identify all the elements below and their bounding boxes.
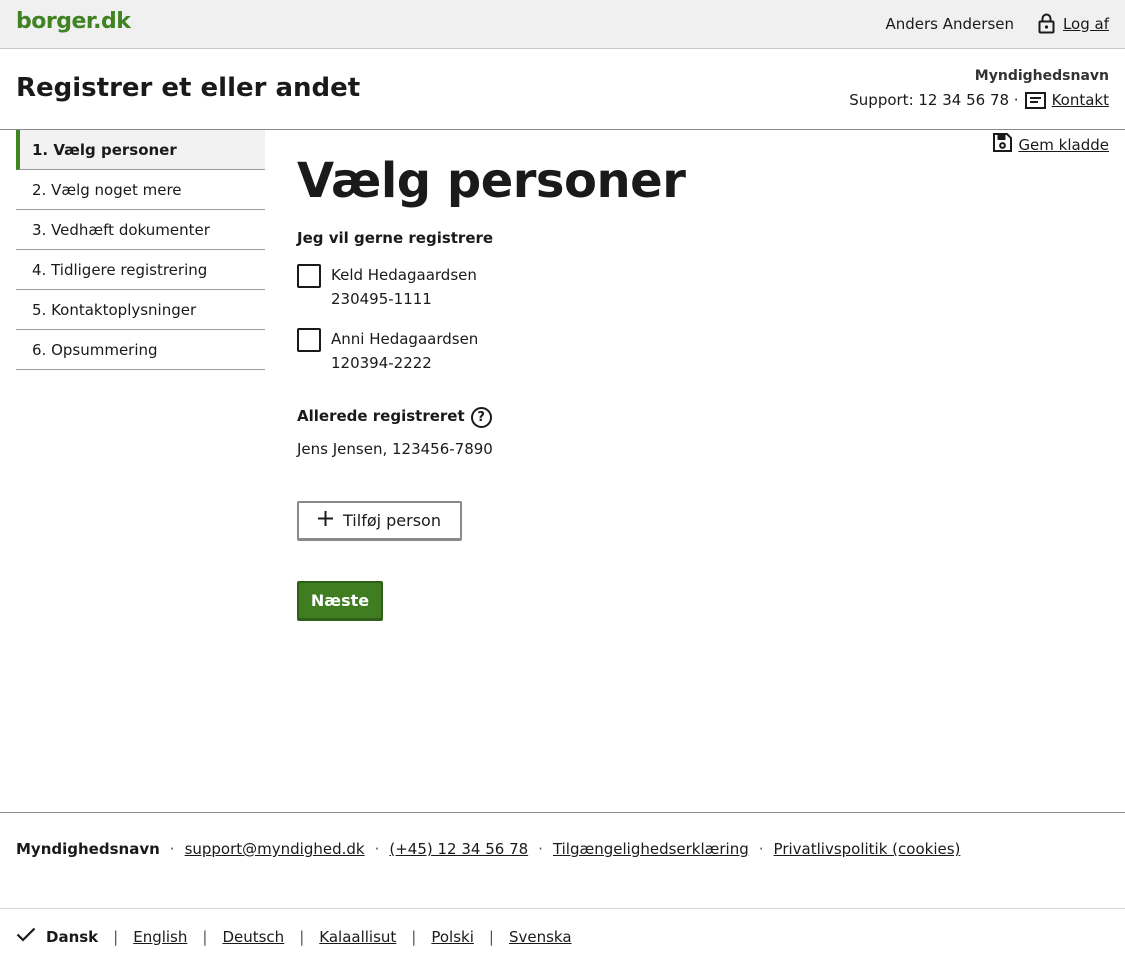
step-item-attach-documents[interactable]: 3. Vedhæft dokumenter [16, 210, 265, 250]
checkbox-keld[interactable] [297, 264, 321, 288]
already-registered-label: Allerede registreret ? [297, 404, 492, 428]
footer-separator: · [758, 840, 764, 858]
step-item-contact-info[interactable]: 5. Kontaktoplysninger [16, 290, 265, 330]
person-cpr: 120394-2222 [331, 354, 432, 372]
language-link-polski[interactable]: Polski [431, 928, 474, 946]
step-item-choose-persons[interactable]: 1. Vælg personer [16, 130, 265, 170]
footer-privacy-link[interactable]: Privatlivspolitik (cookies) [774, 840, 961, 858]
borger-dk-logo[interactable]: borger.dk [16, 9, 131, 34]
add-person-label: Tilføj person [343, 511, 441, 530]
person-option-keld[interactable]: Keld Hedagaardsen 230495-1111 [297, 263, 477, 311]
step-item-previous-registration[interactable]: 4. Tidligere registrering [16, 250, 265, 290]
footer-links: Myndighedsnavn · support@myndighed.dk · … [16, 840, 960, 858]
message-icon [1024, 91, 1046, 109]
add-person-button[interactable]: Tilføj person [297, 501, 462, 541]
language-link-deutsch[interactable]: Deutsch [222, 928, 284, 946]
footer-email-link[interactable]: support@myndighed.dk [185, 840, 365, 858]
save-draft-link[interactable]: Gem kladde [993, 133, 1109, 156]
language-separator: | [488, 927, 494, 946]
page-title: Registrer et eller andet [16, 73, 361, 103]
language-separator: | [411, 927, 417, 946]
next-button[interactable]: Næste [297, 581, 383, 621]
lock-icon [1038, 13, 1055, 34]
language-switcher: Dansk | English | Deutsch | Kalaallisut … [16, 927, 572, 946]
checkbox-anni[interactable] [297, 328, 321, 352]
footer-authority: Myndighedsnavn [16, 840, 160, 858]
contact-link[interactable]: Kontakt [1052, 91, 1109, 109]
language-link-english[interactable]: English [133, 928, 187, 946]
logout-link[interactable]: Log af [1038, 13, 1109, 34]
support-text: Support: 12 34 56 78 · [849, 91, 1019, 109]
footer-accessibility-link[interactable]: Tilgængelighedserklæring [553, 840, 749, 858]
plus-icon [318, 511, 334, 530]
step-item-choose-more[interactable]: 2. Vælg noget mere [16, 170, 265, 210]
footer: Myndighedsnavn · support@myndighed.dk · … [0, 812, 1125, 909]
person-option-anni[interactable]: Anni Hedagaardsen 120394-2222 [297, 327, 478, 375]
main-heading: Vælg personer [297, 153, 686, 209]
step-item-summary[interactable]: 6. Opsummering [16, 330, 265, 370]
user-name: Anders Andersen [885, 15, 1014, 33]
already-registered-value: Jens Jensen, 123456-7890 [297, 440, 493, 458]
current-language: Dansk [16, 927, 98, 946]
language-separator: | [113, 927, 119, 946]
footer-separator: · [374, 840, 380, 858]
language-link-kalaallisut[interactable]: Kalaallisut [319, 928, 396, 946]
footer-phone-link[interactable]: (+45) 12 34 56 78 [389, 840, 528, 858]
person-name: Keld Hedagaardsen [331, 266, 477, 284]
already-registered-text: Allerede registreret [297, 407, 465, 425]
top-bar: borger.dk Anders Andersen Log af [0, 0, 1125, 49]
footer-separator: · [169, 840, 175, 858]
footer-separator: · [538, 840, 543, 858]
logout-label[interactable]: Log af [1063, 15, 1109, 33]
person-cpr: 230495-1111 [331, 290, 432, 308]
floppy-disk-icon [993, 133, 1013, 156]
person-name: Anni Hedagaardsen [331, 330, 479, 348]
support-line: Support: 12 34 56 78 · Kontakt [849, 91, 1109, 109]
page-header: Registrer et eller andet Myndighedsnavn … [0, 49, 1125, 130]
current-language-label: Dansk [46, 927, 99, 946]
checkmark-icon [16, 927, 36, 946]
language-separator: | [202, 927, 208, 946]
question-icon[interactable]: ? [470, 407, 492, 428]
field-label: Jeg vil gerne registrere [297, 229, 494, 247]
step-navigation: 1. Vælg personer 2. Vælg noget mere 3. V… [16, 130, 265, 370]
language-link-svenska[interactable]: Svenska [509, 928, 572, 946]
authority-name: Myndighedsnavn [974, 68, 1109, 84]
save-draft-label[interactable]: Gem kladde [1018, 136, 1109, 154]
language-separator: | [299, 927, 305, 946]
